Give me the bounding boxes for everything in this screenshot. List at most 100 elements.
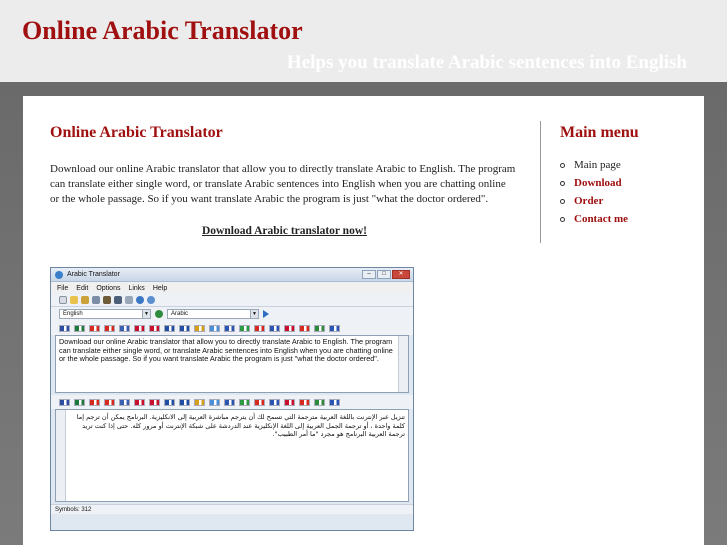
source-language-select: English ▼ (59, 309, 151, 319)
china-flag-icon (89, 324, 100, 332)
menu-item-label: Contact me (574, 213, 629, 225)
translator-screenshot: Arabic Translator – □ ✕ File Edit Option… (50, 267, 414, 531)
uk-flag-icon (59, 324, 70, 332)
page-title: Online Arabic Translator (50, 124, 223, 141)
sidebar: Main menu Main page Download Order Conta… (560, 124, 700, 228)
app-menu-links: Links (128, 284, 145, 292)
bullet-icon (560, 163, 565, 168)
czech-flag-icon (119, 398, 130, 406)
menu-item-order[interactable]: Order (560, 192, 700, 210)
saudi-flag-icon (74, 398, 85, 406)
main-column: Online Arabic Translator Download our on… (50, 124, 516, 237)
app-statusbar: Symbols: 312 (51, 504, 413, 514)
scrollbar (56, 410, 66, 501)
web-icon (136, 296, 144, 304)
russia-flag-icon (329, 398, 340, 406)
greece-flag-icon (209, 398, 220, 406)
poland-flag-icon (299, 324, 310, 332)
menu-item-download[interactable]: Download (560, 174, 700, 192)
portugal-flag-icon (314, 398, 325, 406)
target-text-area: تنزيل عبر الإنترنت باللغة العربية مترجمة… (55, 409, 409, 502)
japan-flag-icon (254, 398, 265, 406)
swap-languages-icon (155, 310, 163, 318)
app-menu-edit: Edit (76, 284, 89, 292)
sidebar-title: Main menu (560, 124, 639, 141)
language-bar: English ▼ Arabic ▼ (51, 307, 413, 321)
bullet-icon (560, 181, 565, 186)
scrollbar (398, 336, 408, 392)
save-icon (81, 296, 89, 304)
new-icon (59, 296, 67, 304)
site-title[interactable]: Online Arabic Translator (22, 16, 303, 46)
poland-flag-icon (299, 398, 310, 406)
norway-flag-icon (284, 324, 295, 332)
portugal-flag-icon (314, 324, 325, 332)
source-text-area: Download our online Arabic translator th… (55, 335, 409, 393)
france-flag-icon (179, 324, 190, 332)
window-controls: – □ ✕ (362, 270, 410, 279)
menu-item-contact[interactable]: Contact me (560, 210, 700, 228)
settings-icon (125, 296, 133, 304)
china-flag-icon (89, 398, 100, 406)
finland-flag-icon (164, 324, 175, 332)
site-header: Online Arabic Translator Helps you trans… (0, 0, 727, 82)
column-divider (540, 121, 541, 243)
denmark-flag-icon (134, 398, 145, 406)
target-text: تنزيل عبر الإنترنت باللغة العربية مترجمة… (76, 413, 405, 438)
app-logo-icon (55, 271, 63, 279)
source-language-value: English (63, 311, 83, 317)
bullet-icon (560, 217, 565, 222)
help-icon (147, 296, 155, 304)
uk-flag-icon (59, 398, 70, 406)
app-menu-help: Help (152, 284, 168, 292)
greece-flag-icon (209, 324, 220, 332)
taiwan-flag-icon (104, 398, 115, 406)
russia-flag-icon (329, 324, 340, 332)
minimize-icon: – (362, 270, 376, 279)
israel-flag-icon (224, 398, 235, 406)
italy-flag-icon (239, 398, 250, 406)
chevron-down-icon: ▼ (142, 310, 150, 318)
target-language-value: Arabic (171, 311, 189, 317)
content-panel: Online Arabic Translator Download our on… (23, 96, 704, 545)
print-icon (114, 296, 122, 304)
israel-flag-icon (224, 324, 235, 332)
download-link[interactable]: Download Arabic translator now! (202, 225, 367, 237)
copy-icon (92, 296, 100, 304)
czech-flag-icon (119, 324, 130, 332)
netherlands-flag-icon (149, 324, 160, 332)
menu-item-main-page[interactable]: Main page (560, 156, 700, 174)
app-menubar: File Edit Options Links Help (51, 282, 413, 294)
close-icon: ✕ (392, 270, 410, 279)
target-flag-bar (51, 395, 413, 409)
italy-flag-icon (239, 324, 250, 332)
maximize-icon: □ (377, 270, 391, 279)
main-menu: Main page Download Order Contact me (560, 156, 700, 228)
france-flag-icon (179, 398, 190, 406)
chevron-down-icon: ▼ (250, 310, 258, 318)
open-icon (70, 296, 78, 304)
app-menu-file: File (57, 284, 69, 292)
translate-arrow-icon (263, 310, 269, 318)
korea-flag-icon (269, 398, 280, 406)
source-text: Download our online Arabic translator th… (59, 337, 393, 363)
app-titlebar: Arabic Translator – □ ✕ (51, 268, 413, 282)
app-window-title: Arabic Translator (67, 271, 120, 278)
saudi-flag-icon (74, 324, 85, 332)
germany-flag-icon (194, 398, 205, 406)
paste-icon (103, 296, 111, 304)
bullet-icon (560, 199, 565, 204)
site-tagline: Helps you translate Arabic sentences int… (286, 52, 687, 73)
germany-flag-icon (194, 324, 205, 332)
netherlands-flag-icon (149, 398, 160, 406)
finland-flag-icon (164, 398, 175, 406)
menu-item-label: Main page (574, 159, 621, 171)
app-toolbar (51, 294, 413, 307)
taiwan-flag-icon (104, 324, 115, 332)
menu-item-label: Download (574, 177, 622, 189)
target-language-select: Arabic ▼ (167, 309, 259, 319)
korea-flag-icon (269, 324, 280, 332)
intro-paragraph: Download our online Arabic translator th… (50, 163, 516, 205)
source-flag-bar (51, 321, 413, 335)
japan-flag-icon (254, 324, 265, 332)
